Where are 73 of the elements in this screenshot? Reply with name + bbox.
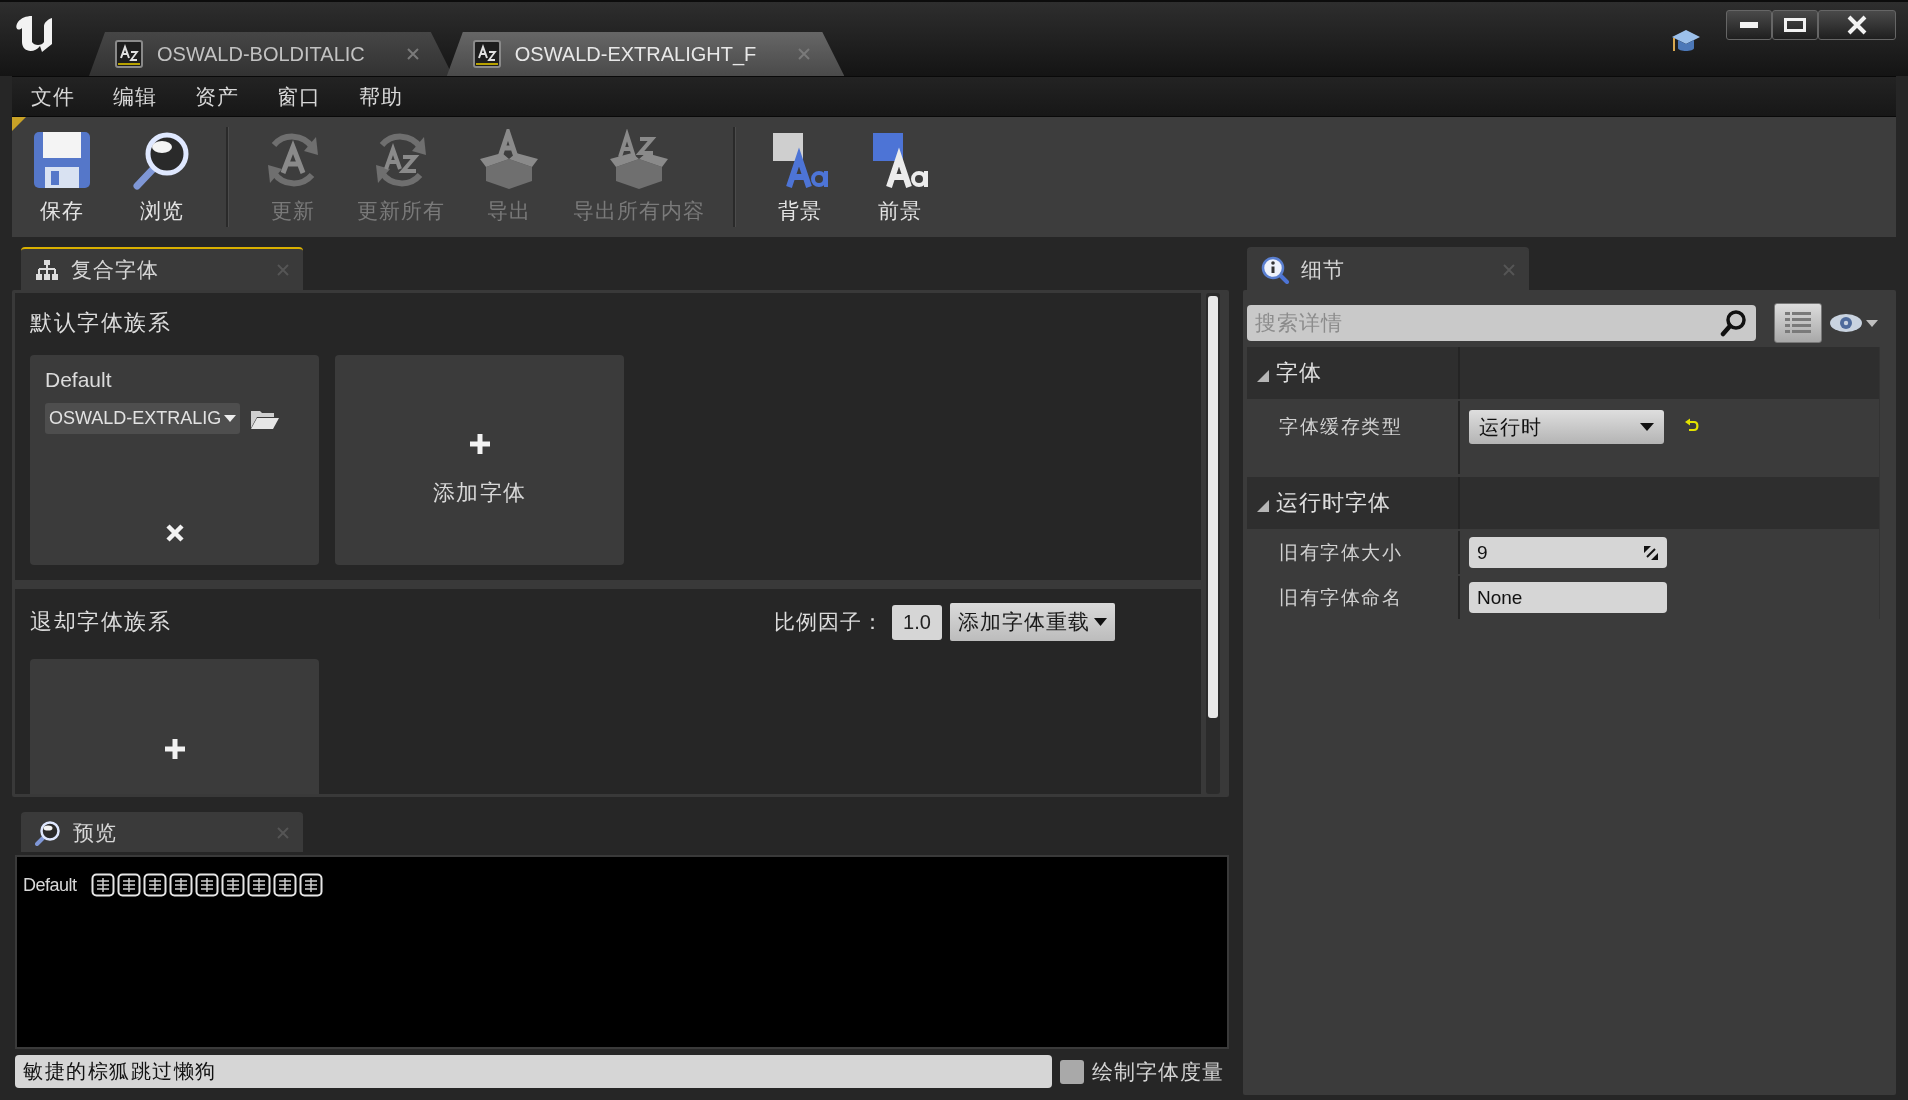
menu-item[interactable]: 文件: [12, 78, 94, 115]
corner-triangle-icon: [12, 117, 26, 131]
box-icon: [608, 129, 670, 191]
view-options-button[interactable]: [1774, 303, 1822, 343]
missing-glyph-icon: [194, 873, 219, 897]
font-file-icon: [115, 40, 143, 68]
preview-row-label: Default: [23, 874, 77, 896]
caret-icon: [1094, 618, 1107, 626]
toolbar-button[interactable]: 背景: [750, 117, 850, 237]
category-row[interactable]: 字体: [1247, 347, 1879, 399]
info-magnifier-icon: [1261, 255, 1289, 284]
add-font-button[interactable]: 添加字体: [335, 355, 624, 565]
search-field[interactable]: 搜索详情: [1247, 305, 1756, 341]
visibility-dropdown[interactable]: [1829, 313, 1878, 333]
checkbox[interactable]: [1060, 1059, 1084, 1084]
hierarchy-icon: [35, 258, 59, 281]
font-asset-dropdown[interactable]: OSWALD-EXTRALIG: [45, 403, 241, 434]
panel-tab[interactable]: 复合字体: [21, 247, 303, 290]
close-icon: [1847, 15, 1867, 35]
magnifier-icon: [35, 820, 61, 846]
box-icon: [478, 129, 540, 191]
toolbar-button[interactable]: 浏览: [112, 117, 212, 237]
missing-glyph-icon: [272, 873, 297, 897]
plus-icon: [467, 432, 492, 456]
font-name-label: Default: [45, 367, 112, 393]
menu-item[interactable]: 帮助: [340, 78, 422, 115]
scrollbar-thumb[interactable]: [1208, 296, 1218, 718]
property-label: 旧有字体大小: [1279, 540, 1402, 565]
missing-glyph-icon: [298, 873, 323, 897]
missing-glyph-icon: [142, 873, 167, 897]
toolbar-button[interactable]: 前景: [850, 117, 950, 237]
grid-icon: [1785, 311, 1811, 335]
preview-text-field[interactable]: 敏捷的棕狐跳过懒狗: [15, 1055, 1052, 1088]
eye-icon: [1829, 313, 1863, 333]
property-label: 旧有字体命名: [1279, 585, 1402, 610]
minimize-button[interactable]: [1726, 10, 1772, 40]
close-button[interactable]: [1818, 10, 1896, 40]
scale-field[interactable]: 1.0: [892, 604, 942, 640]
panel-tab[interactable]: 细节: [1247, 247, 1529, 290]
font-file-icon: [472, 40, 501, 68]
minimize-icon: [1740, 22, 1758, 28]
toolbar-button[interactable]: 保存: [12, 117, 112, 237]
reset-arrow-icon[interactable]: [1684, 418, 1700, 434]
missing-glyph-icon: [116, 873, 141, 897]
missing-glyph-icon: [168, 873, 193, 897]
search-icon[interactable]: [1720, 309, 1748, 337]
number-field[interactable]: 9: [1469, 537, 1667, 568]
section-title: 默认字体族系: [30, 309, 172, 337]
menu-item[interactable]: 窗口: [258, 78, 340, 115]
property-label: 字体缓存类型: [1279, 415, 1402, 439]
missing-glyph-icon: [90, 873, 115, 897]
plus-icon: [162, 737, 187, 761]
scale-label: 比例因子：: [774, 609, 884, 635]
checkbox-label: 绘制字体度量: [1092, 1058, 1224, 1085]
caret-icon: [1640, 423, 1654, 431]
caret-icon: [224, 415, 237, 422]
diagonal-arrows-icon: [1643, 544, 1659, 561]
property-dropdown[interactable]: 运行时: [1469, 410, 1664, 444]
menu-item[interactable]: 资产: [176, 78, 258, 115]
add-override-dropdown[interactable]: 添加字体重载: [950, 603, 1115, 641]
missing-glyph-icon: [246, 873, 271, 897]
maximize-button[interactable]: [1772, 10, 1818, 40]
caret-icon: [1866, 319, 1878, 327]
text-field[interactable]: None: [1469, 582, 1667, 613]
missing-glyph-icon: [220, 873, 245, 897]
category-title: 运行时字体: [1276, 489, 1391, 517]
panel-tab[interactable]: 预览: [21, 812, 303, 852]
category-title: 字体: [1276, 359, 1322, 387]
document-tab[interactable]: OSWALD-EXTRALIGHT_F: [446, 32, 845, 76]
maximize-icon: [1784, 18, 1806, 32]
category-row[interactable]: 运行时字体: [1247, 477, 1879, 529]
menu-item[interactable]: 编辑: [94, 78, 176, 115]
section-title: 退却字体族系: [30, 608, 171, 636]
